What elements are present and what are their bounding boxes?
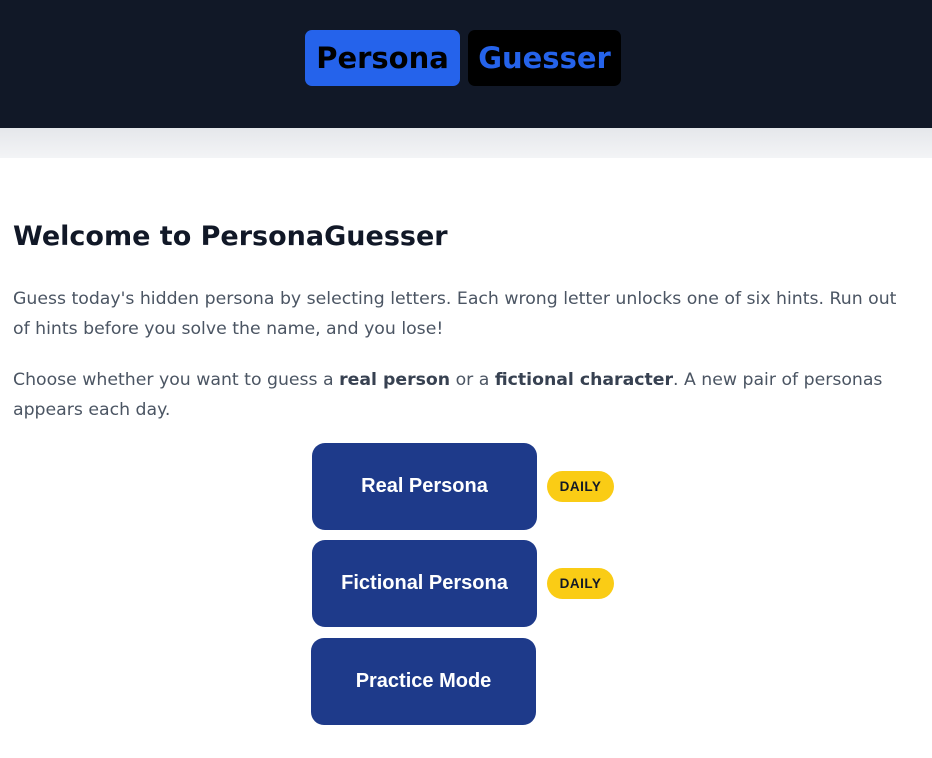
fictional-persona-button[interactable]: Fictional Persona (312, 540, 537, 627)
intro-paragraph: Guess today's hidden persona by selectin… (13, 289, 897, 339)
site-header: Persona Guesser (0, 0, 932, 128)
real-person-emphasis: real person (339, 370, 451, 390)
real-persona-button[interactable]: Real Persona (312, 443, 537, 530)
practice-mode-button[interactable]: Practice Mode (311, 638, 536, 725)
page-title: Welcome to PersonaGuesser (13, 221, 448, 252)
choose-prefix: Choose whether you want to guess a (13, 370, 340, 390)
choose-middle: or a (450, 370, 495, 390)
daily-badge-real: DAILY (547, 471, 614, 502)
choose-paragraph: Choose whether you want to guess a real … (13, 365, 918, 425)
logo-guesser[interactable]: Guesser (468, 30, 621, 86)
logo-persona[interactable]: Persona (305, 30, 460, 86)
header-divider-band (0, 128, 932, 158)
fictional-character-emphasis: fictional character (494, 370, 673, 390)
daily-badge-fictional: DAILY (547, 568, 614, 599)
